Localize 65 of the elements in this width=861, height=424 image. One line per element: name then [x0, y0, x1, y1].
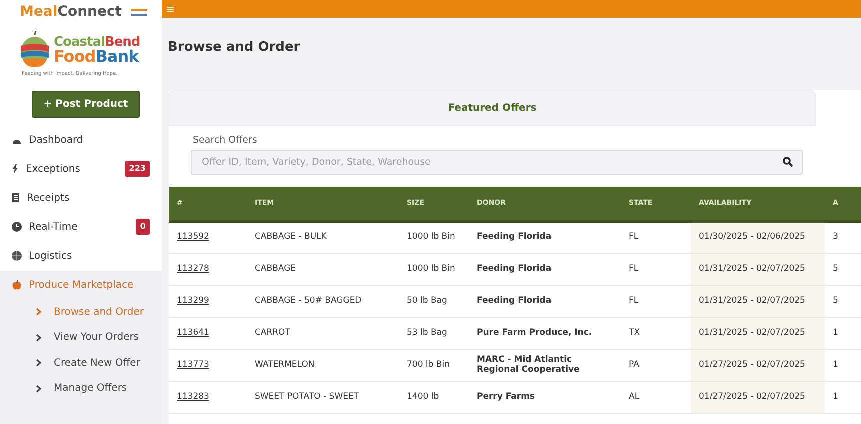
organization-logo-text: CoastalBend FoodBank — [54, 36, 140, 64]
tab[interactable]: Featured Offers — [169, 90, 816, 126]
submenu-item[interactable]: View Your Orders — [0, 325, 162, 350]
table-cell: 50 lb Bag — [399, 285, 469, 318]
partner-logo-icon — [130, 7, 148, 18]
table-cell: Perry Farms — [469, 381, 621, 414]
table-cell: Pure Farm Produce, Inc. — [469, 317, 621, 350]
table-cell: 01/31/2025 - 02/07/2025 — [691, 317, 825, 350]
clock-icon — [12, 222, 22, 232]
table-cell: CARROT — [247, 317, 399, 350]
post-product-button[interactable]: + Post Product — [32, 90, 140, 118]
table-cell: 1000 lb Bin — [399, 253, 469, 286]
chevron-right-icon — [36, 359, 42, 368]
table-cell: 3 — [825, 221, 861, 254]
search-icon — [783, 157, 793, 168]
table-cell: MARC - Mid Atlantic Regional Cooperative — [469, 349, 621, 382]
globe-icon — [12, 251, 22, 261]
table-cell: CABBAGE - BULK — [247, 221, 399, 254]
table-cell: Feeding Florida — [469, 221, 621, 254]
sidebar-item[interactable]: Logistics — [0, 242, 162, 270]
table-cell: CABBAGE — [247, 253, 399, 286]
sidebar-item[interactable]: Exceptions 223 — [0, 154, 162, 184]
sidebar-item[interactable]: Dashboard — [0, 126, 162, 154]
search-field[interactable]: Offer ID, Item, Variety, Donor, State, Warehouse — [191, 150, 803, 176]
page-title: Browse and Order — [168, 39, 302, 57]
table-cell: 1 — [825, 317, 861, 350]
table-cell: WATERMELON — [247, 349, 399, 382]
chevron-right-icon — [36, 308, 42, 316]
search-label: Search Offers — [192, 134, 258, 148]
table-cell: 53 lb Bag — [399, 317, 469, 350]
submenu-item[interactable]: Create New Offer — [0, 350, 162, 376]
chevron-right-icon — [36, 384, 42, 393]
bolt-icon — [12, 164, 19, 174]
table-cell: 1 — [825, 349, 861, 382]
table-cell: 1 — [825, 381, 861, 414]
table-cell: 700 lb Bin — [399, 349, 469, 382]
offer-id-link[interactable]: 113773 — [177, 360, 210, 370]
table-cell: 01/30/2025 - 02/06/2025 — [691, 221, 825, 254]
table-cell: 01/27/2025 - 02/07/2025 — [691, 381, 825, 414]
apple-logo-icon — [20, 31, 50, 69]
count-badge: 223 — [125, 161, 150, 177]
offer-id-link[interactable]: 113592 — [177, 232, 210, 242]
table-cell: 01/27/2025 - 02/07/2025 — [691, 349, 825, 382]
table-cell: 1000 lb Bin — [399, 221, 469, 254]
table-cell: 01/31/2025 - 02/07/2025 — [691, 285, 825, 318]
table-cell: 5 — [825, 253, 861, 286]
table-cell: 01/31/2025 - 02/07/2025 — [691, 253, 825, 286]
offer-id-link[interactable]: 113283 — [177, 392, 210, 402]
offer-id-link[interactable]: 113278 — [177, 264, 210, 274]
table-cell: Feeding Florida — [469, 253, 621, 286]
table-cell: 5 — [825, 285, 861, 318]
chevron-right-icon — [36, 334, 42, 342]
table-cell: SWEET POTATO - SWEET — [247, 381, 399, 414]
offer-id-link[interactable]: 113641 — [177, 328, 210, 338]
count-badge: 0 — [136, 219, 150, 235]
app-logo: MealConnect — [20, 3, 122, 22]
submenu-item[interactable]: Manage Offers — [0, 376, 162, 402]
receipt-icon — [12, 193, 20, 203]
sidebar-item[interactable]: Real-Time 0 — [0, 212, 162, 242]
table-cell: Feeding Florida — [469, 285, 621, 318]
table-cell: 1400 lb — [399, 381, 469, 414]
table-cell: CABBAGE - 50# BAGGED — [247, 285, 399, 318]
offer-id-link[interactable]: 113299 — [177, 296, 210, 306]
apple-icon — [12, 280, 22, 290]
sidebar-item[interactable]: Receipts — [0, 184, 162, 212]
